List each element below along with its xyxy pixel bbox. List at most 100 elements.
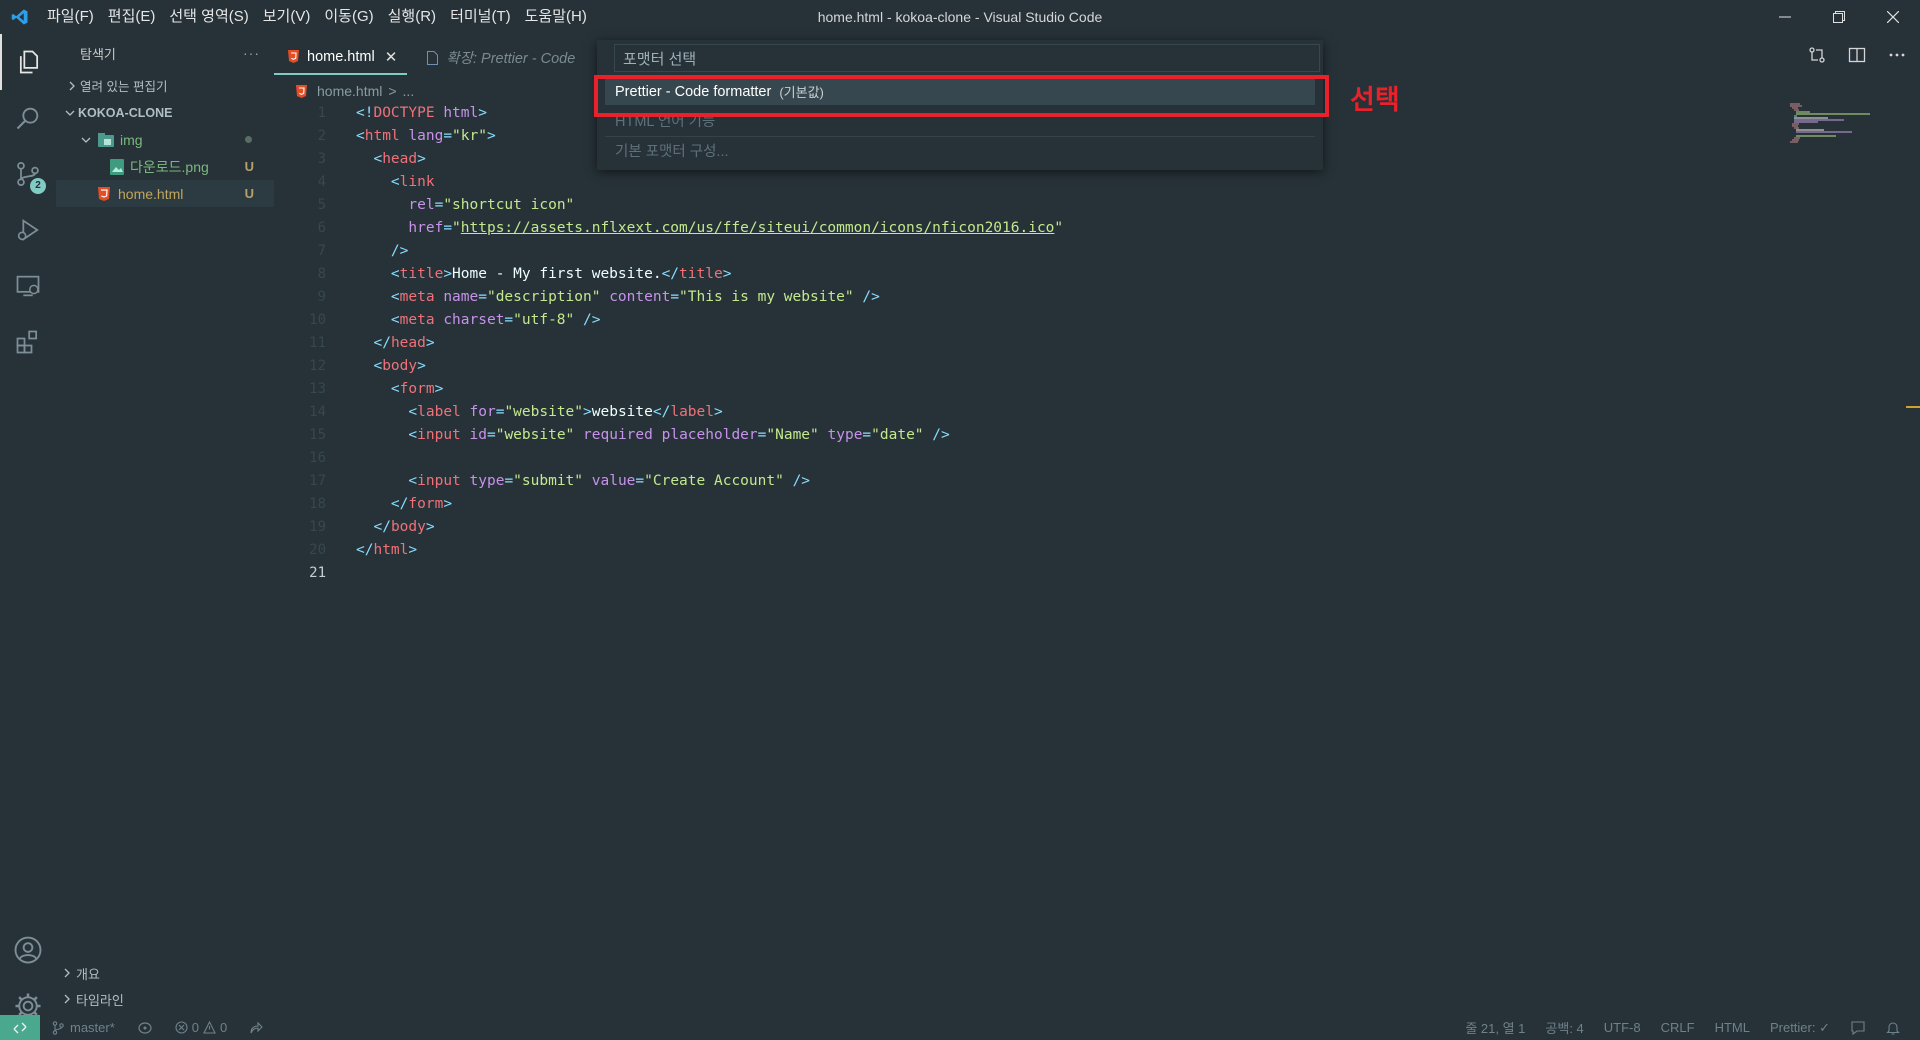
more-actions-button[interactable]: ··· bbox=[243, 45, 260, 61]
minimize-button[interactable] bbox=[1758, 0, 1812, 34]
code-line: 14 <label for="website">website</label> bbox=[274, 401, 1784, 424]
title-bar: 파일(F) 편집(E) 선택 영역(S) 보기(V) 이동(G) 실행(R) 터… bbox=[0, 0, 1920, 34]
encoding[interactable]: UTF-8 bbox=[1604, 1020, 1641, 1035]
prettier-status[interactable]: Prettier: ✓ bbox=[1770, 1020, 1830, 1036]
notifications-button[interactable] bbox=[1886, 1020, 1900, 1036]
menu-bar: 파일(F) 편집(E) 선택 영역(S) 보기(V) 이동(G) 실행(R) 터… bbox=[40, 0, 594, 34]
menu-help[interactable]: 도움말(H) bbox=[518, 0, 594, 34]
code-link[interactable]: https://assets.nflxext.com/us/ffe/siteui… bbox=[461, 220, 1055, 236]
feedback-icon bbox=[1851, 1020, 1865, 1035]
open-changes-button[interactable] bbox=[1808, 46, 1826, 69]
remote-indicator-button[interactable] bbox=[0, 1015, 40, 1040]
line-number: 4 bbox=[317, 174, 326, 190]
open-editors-section[interactable]: 열려 있는 편집기 bbox=[56, 72, 274, 99]
sync-icon bbox=[138, 1021, 152, 1034]
code-line: 7 /> bbox=[274, 240, 1784, 263]
line-number: 11 bbox=[309, 335, 326, 351]
search-button[interactable] bbox=[0, 90, 56, 146]
line-number: 15 bbox=[309, 427, 326, 443]
quick-pick-input[interactable]: 포맷터 선택 bbox=[614, 44, 1320, 72]
file-html-row[interactable]: home.html U bbox=[56, 180, 274, 207]
file-icon bbox=[427, 50, 439, 65]
tab-extension-prettier[interactable]: 확장: Prettier - Code bbox=[407, 40, 585, 75]
line-number: 18 bbox=[309, 496, 326, 512]
project-section[interactable]: KOKOA-CLONE bbox=[56, 99, 274, 126]
source-control-button[interactable]: 2 bbox=[0, 146, 56, 202]
accounts-button[interactable] bbox=[0, 922, 56, 978]
quick-pick-placeholder: 포맷터 선택 bbox=[623, 50, 697, 68]
outline-section[interactable]: 개요 bbox=[56, 960, 274, 986]
menu-view[interactable]: 보기(V) bbox=[256, 0, 318, 34]
remote-explorer-button[interactable] bbox=[0, 258, 56, 314]
code-line: 19 </body> bbox=[274, 516, 1784, 539]
code-line: 11 </head> bbox=[274, 332, 1784, 355]
error-count: 0 bbox=[191, 1020, 200, 1035]
language-mode[interactable]: HTML bbox=[1715, 1020, 1750, 1035]
breadcrumb-file[interactable]: home.html bbox=[317, 83, 382, 99]
html5-icon bbox=[296, 84, 307, 98]
chevron-down-icon bbox=[62, 108, 78, 118]
restore-button[interactable] bbox=[1812, 0, 1866, 34]
tab-close-button[interactable]: ✕ bbox=[385, 48, 398, 66]
live-share-button[interactable] bbox=[249, 1021, 264, 1035]
window-controls bbox=[1758, 0, 1920, 34]
more-actions-button[interactable] bbox=[1888, 46, 1906, 69]
status-left: master* 0 0 bbox=[52, 1020, 264, 1035]
code-line: 4 <link bbox=[274, 171, 1784, 194]
indentation[interactable]: 공백: 4 bbox=[1545, 1018, 1583, 1037]
explorer-title: 탐색기 bbox=[80, 46, 116, 62]
breadcrumb-symbol[interactable]: ... bbox=[403, 83, 415, 99]
breadcrumb-separator: > bbox=[388, 83, 397, 99]
warning-count: 0 bbox=[220, 1020, 228, 1035]
extensions-icon bbox=[16, 330, 38, 354]
untracked-status: U bbox=[244, 186, 254, 201]
close-window-button[interactable] bbox=[1866, 0, 1920, 34]
explorer-button[interactable] bbox=[0, 34, 56, 90]
branch-label: master* bbox=[70, 1020, 115, 1035]
editor-actions bbox=[1808, 40, 1906, 75]
line-number: 3 bbox=[317, 151, 326, 167]
share-icon bbox=[250, 1021, 264, 1033]
menu-edit[interactable]: 편집(E) bbox=[101, 0, 163, 34]
run-debug-button[interactable] bbox=[0, 202, 56, 258]
split-editor-icon bbox=[1848, 47, 1866, 63]
split-editor-button[interactable] bbox=[1848, 46, 1866, 69]
warning-icon bbox=[203, 1021, 216, 1034]
error-icon bbox=[175, 1021, 188, 1034]
menu-run[interactable]: 실행(R) bbox=[381, 0, 443, 34]
code-line: 13 <form> bbox=[274, 378, 1784, 401]
end-of-line[interactable]: CRLF bbox=[1661, 1020, 1695, 1035]
folder-img-row[interactable]: img bbox=[56, 126, 274, 153]
cursor-position[interactable]: 줄 21, 열 1 bbox=[1465, 1018, 1525, 1037]
file-png-row[interactable]: 다운로드.png U bbox=[56, 153, 274, 180]
chevron-right-icon bbox=[64, 81, 80, 91]
menu-file[interactable]: 파일(F) bbox=[40, 0, 101, 34]
tab-home-html[interactable]: home.html ✕ bbox=[274, 40, 408, 75]
menu-selection[interactable]: 선택 영역(S) bbox=[162, 0, 255, 34]
menu-go[interactable]: 이동(G) bbox=[317, 0, 380, 34]
branch-button[interactable]: master* bbox=[52, 1020, 115, 1035]
menu-terminal[interactable]: 터미널(T) bbox=[443, 0, 518, 34]
line-number: 5 bbox=[317, 197, 326, 213]
line-number: 19 bbox=[309, 519, 326, 535]
restore-icon bbox=[1833, 11, 1845, 23]
problems-button[interactable]: 0 0 bbox=[175, 1020, 227, 1035]
quick-pick-item-configure-default[interactable]: 기본 포맷터 구성... bbox=[605, 137, 1315, 164]
sync-button[interactable] bbox=[137, 1021, 153, 1035]
line-number: 20 bbox=[309, 542, 326, 558]
line-number: 7 bbox=[317, 243, 326, 259]
chevron-down-icon bbox=[78, 135, 94, 145]
extensions-button[interactable] bbox=[0, 314, 56, 370]
feedback-button[interactable] bbox=[1850, 1020, 1866, 1036]
code-line: 5 rel="shortcut icon" bbox=[274, 194, 1784, 217]
timeline-section[interactable]: 타임라인 bbox=[56, 986, 274, 1012]
status-bar: master* 0 0 줄 21, 열 1 공백: 4 UTF-8 CRLF H… bbox=[0, 1015, 1920, 1040]
annotation-highlight-box bbox=[594, 75, 1329, 117]
untracked-status: U bbox=[244, 159, 254, 174]
activity-bar: 2 bbox=[0, 34, 56, 1019]
chevron-right-icon bbox=[62, 992, 72, 1007]
code-line: 9 <meta name="description" content="This… bbox=[274, 286, 1784, 309]
minimap[interactable] bbox=[1790, 102, 1890, 152]
folder-img-label: img bbox=[120, 131, 143, 148]
code-editor[interactable]: 1 <!DOCTYPE html> 2 <html lang="kr"> 3 <he… bbox=[274, 102, 1784, 1002]
